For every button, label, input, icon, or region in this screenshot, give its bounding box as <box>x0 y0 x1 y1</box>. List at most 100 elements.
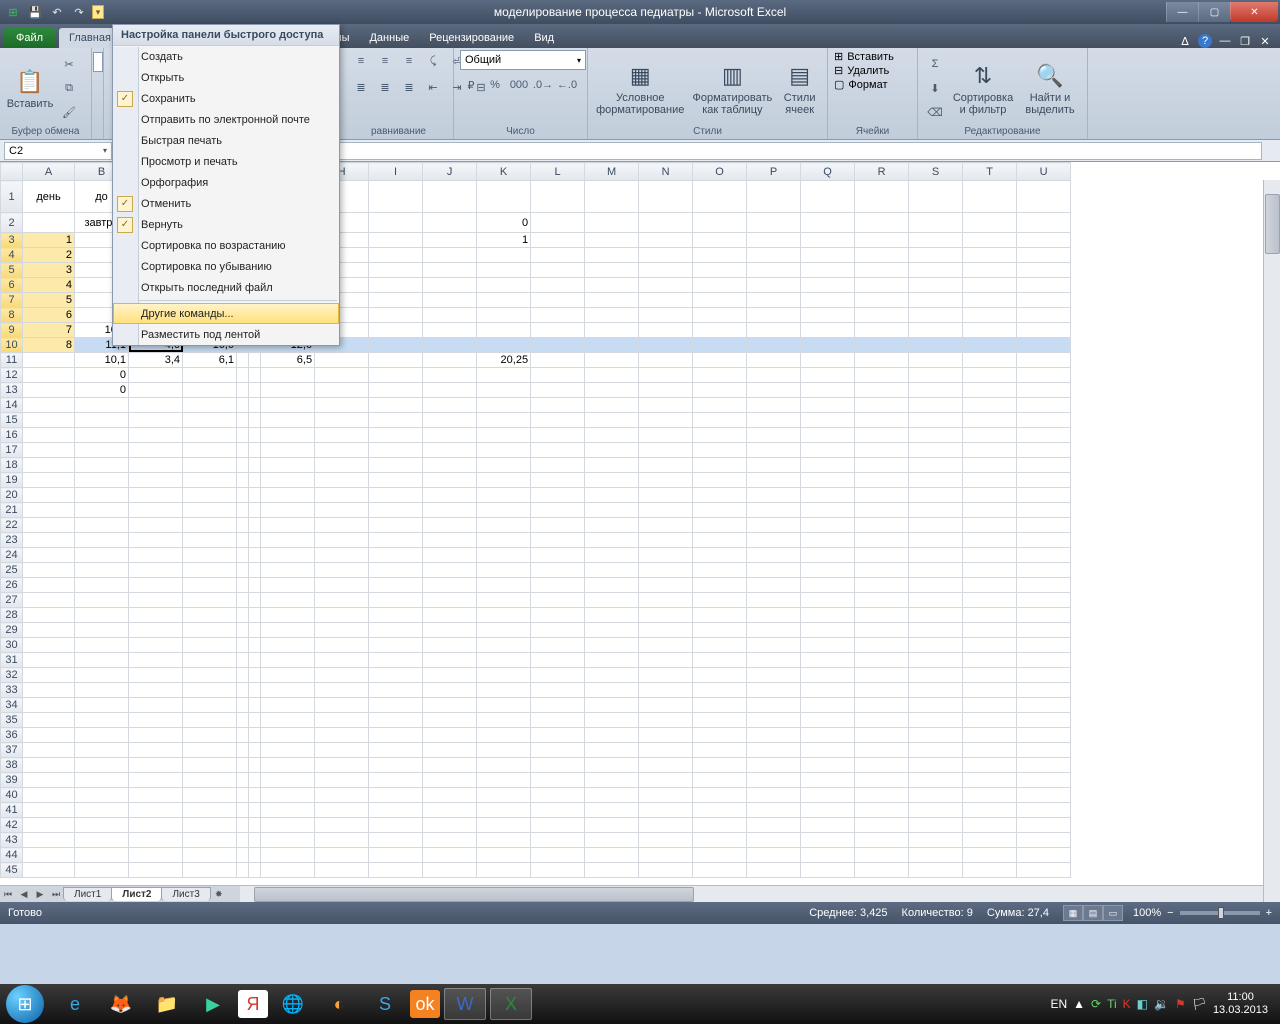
taskbar-ie[interactable]: e <box>54 988 96 1020</box>
zoom-control[interactable]: 100% −+ <box>1133 907 1272 919</box>
align-left-icon[interactable]: ≣ <box>350 76 372 98</box>
ribbon-up-icon[interactable]: ᐃ <box>1178 35 1192 48</box>
taskbar-yandex[interactable]: Я <box>238 990 268 1018</box>
qat-dropdown-icon[interactable]: ▾ <box>92 5 104 19</box>
cut-icon[interactable]: ✂ <box>58 53 80 75</box>
tray-icon-5[interactable]: ◧ <box>1137 997 1148 1011</box>
align-bot-icon[interactable]: ≡ <box>398 50 420 72</box>
align-right-icon[interactable]: ≣ <box>398 76 420 98</box>
new-sheet-icon[interactable]: ✸ <box>211 889 227 900</box>
fill-icon[interactable]: ⬇ <box>924 77 946 99</box>
sort-filter-button[interactable]: ⇅Сортировка и фильтр <box>950 58 1016 118</box>
qat-item-10[interactable]: Сортировка по убыванию <box>113 256 339 277</box>
taskbar-excel[interactable]: X <box>490 988 532 1020</box>
qat-item-1[interactable]: Открыть <box>113 67 339 88</box>
insert-button[interactable]: ⊞Вставить <box>834 50 894 63</box>
tray-clock[interactable]: 11:00 13.03.2013 <box>1213 991 1274 1017</box>
minimize-button[interactable]: — <box>1166 2 1198 22</box>
tray-icon-2[interactable]: ⟳ <box>1091 997 1101 1011</box>
view-buttons[interactable]: ▦▤▭ <box>1063 905 1123 921</box>
percent-icon[interactable]: % <box>484 74 506 96</box>
align-center-icon[interactable]: ≣ <box>374 76 396 98</box>
taskbar-media[interactable]: ▶ <box>192 988 234 1020</box>
qat-item-9[interactable]: Сортировка по возрастанию <box>113 235 339 256</box>
doc-minimize-icon[interactable]: — <box>1218 35 1232 47</box>
sheet-nav-next[interactable]: ▶ <box>32 889 48 900</box>
copy-icon[interactable]: ⧉ <box>58 77 80 99</box>
tab-view[interactable]: Вид <box>524 28 564 48</box>
qat-item-7[interactable]: ✓Отменить <box>113 193 339 214</box>
redo-icon[interactable]: ↷ <box>70 3 88 21</box>
paste-button[interactable]: 📋 Вставить <box>6 64 54 112</box>
inc-decimal-icon[interactable]: .0→ <box>532 74 554 96</box>
sheet-tab-2[interactable]: Лист2 <box>111 887 162 901</box>
qat-item-5[interactable]: Просмотр и печать <box>113 151 339 172</box>
delete-button[interactable]: ⊟Удалить <box>834 64 889 77</box>
sheet-nav-prev[interactable]: ◀ <box>16 889 32 900</box>
qat-item-11[interactable]: Открыть последний файл <box>113 277 339 298</box>
format-button[interactable]: ▢Формат <box>834 78 887 91</box>
qat-item-3[interactable]: Отправить по электронной почте <box>113 109 339 130</box>
taskbar-chrome[interactable]: 🌐 <box>272 988 314 1020</box>
file-tab[interactable]: Файл <box>4 28 55 48</box>
taskbar-explorer[interactable]: 📁 <box>146 988 188 1020</box>
taskbar-firefox[interactable]: 🦊 <box>100 988 142 1020</box>
doc-restore-icon[interactable]: ❐ <box>1238 35 1252 48</box>
horizontal-scrollbar[interactable] <box>240 885 1263 902</box>
sheet-tab-1[interactable]: Лист1 <box>63 887 112 901</box>
help-icon[interactable]: ? <box>1198 34 1212 48</box>
qat-item-4[interactable]: Быстрая печать <box>113 130 339 151</box>
group-alignment: ≡ ≡ ≡ ⤹ ⏎ ≣ ≣ ≣ ⇤ ⇥ ⊟ равнивание <box>344 48 454 139</box>
qat-below-ribbon[interactable]: Разместить под лентой <box>113 324 339 345</box>
align-top-icon[interactable]: ≡ <box>350 50 372 72</box>
taskbar-app1[interactable]: ◐ <box>318 988 360 1020</box>
vertical-scrollbar[interactable] <box>1263 180 1280 902</box>
find-select-button[interactable]: 🔍Найти и выделить <box>1020 58 1080 118</box>
taskbar-word[interactable]: W <box>444 988 486 1020</box>
undo-icon[interactable]: ↶ <box>48 3 66 21</box>
tray-icon-6[interactable]: ⚑ <box>1175 997 1186 1011</box>
tray-flag-icon[interactable]: 🏳 <box>1192 997 1207 1011</box>
sheet-nav-last[interactable]: ⏭ <box>48 889 64 900</box>
qat-item-0[interactable]: Создать <box>113 46 339 67</box>
taskbar-ok[interactable]: оk <box>410 990 440 1018</box>
maximize-button[interactable]: ▢ <box>1198 2 1230 22</box>
format-table-button[interactable]: ▥Форматировать как таблицу <box>690 58 774 118</box>
cell-styles-button[interactable]: ▤Стили ячеек <box>778 58 821 118</box>
group-editing-label: Редактирование <box>924 126 1081 139</box>
sheet-nav-first[interactable]: ⏮ <box>0 889 16 900</box>
format-painter-icon[interactable]: 🖌 <box>58 101 80 123</box>
indent-dec-icon[interactable]: ⇤ <box>422 76 444 98</box>
tray-icon-4[interactable]: K <box>1123 997 1131 1011</box>
conditional-format-button[interactable]: ▦Условное форматирование <box>594 58 686 118</box>
close-button[interactable]: ✕ <box>1230 2 1278 22</box>
format-table-label: Форматировать как таблицу <box>692 92 772 116</box>
tray-icon-1[interactable]: ▲ <box>1073 997 1085 1011</box>
start-button[interactable]: ⊞ <box>6 985 44 1023</box>
group-clipboard-label: Буфер обмена <box>6 126 85 139</box>
qat-more-commands[interactable]: Другие команды... <box>113 303 339 324</box>
autosum-icon[interactable]: Σ <box>924 53 946 75</box>
currency-icon[interactable]: ₽ <box>460 74 482 96</box>
clear-icon[interactable]: ⌫ <box>924 101 946 123</box>
qat-item-2[interactable]: ✓Сохранить <box>113 88 339 109</box>
thousands-icon[interactable]: 000 <box>508 74 530 96</box>
doc-close-icon[interactable]: ✕ <box>1258 35 1272 48</box>
tray-icon-3[interactable]: Ti <box>1107 997 1117 1011</box>
sheet-tab-3[interactable]: Лист3 <box>161 887 210 901</box>
name-box[interactable]: C2▾ <box>4 142 112 160</box>
orientation-icon[interactable]: ⤹ <box>422 50 444 72</box>
group-editing: Σ ⬇ ⌫ ⇅Сортировка и фильтр 🔍Найти и выде… <box>918 48 1088 139</box>
taskbar-skype[interactable]: S <box>364 988 406 1020</box>
tray-volume-icon[interactable]: 🔉 <box>1154 997 1169 1011</box>
number-format-select[interactable]: Общий▾ <box>460 50 586 70</box>
tab-review[interactable]: Рецензирование <box>419 28 524 48</box>
align-mid-icon[interactable]: ≡ <box>374 50 396 72</box>
status-bar: Готово Среднее: 3,425 Количество: 9 Сумм… <box>0 902 1280 924</box>
lang-indicator[interactable]: EN <box>1050 997 1067 1011</box>
qat-item-6[interactable]: Орфография <box>113 172 339 193</box>
save-icon[interactable]: 💾 <box>26 3 44 21</box>
dec-decimal-icon[interactable]: ←.0 <box>556 74 578 96</box>
qat-item-8[interactable]: ✓Вернуть <box>113 214 339 235</box>
tab-data[interactable]: Данные <box>359 28 419 48</box>
